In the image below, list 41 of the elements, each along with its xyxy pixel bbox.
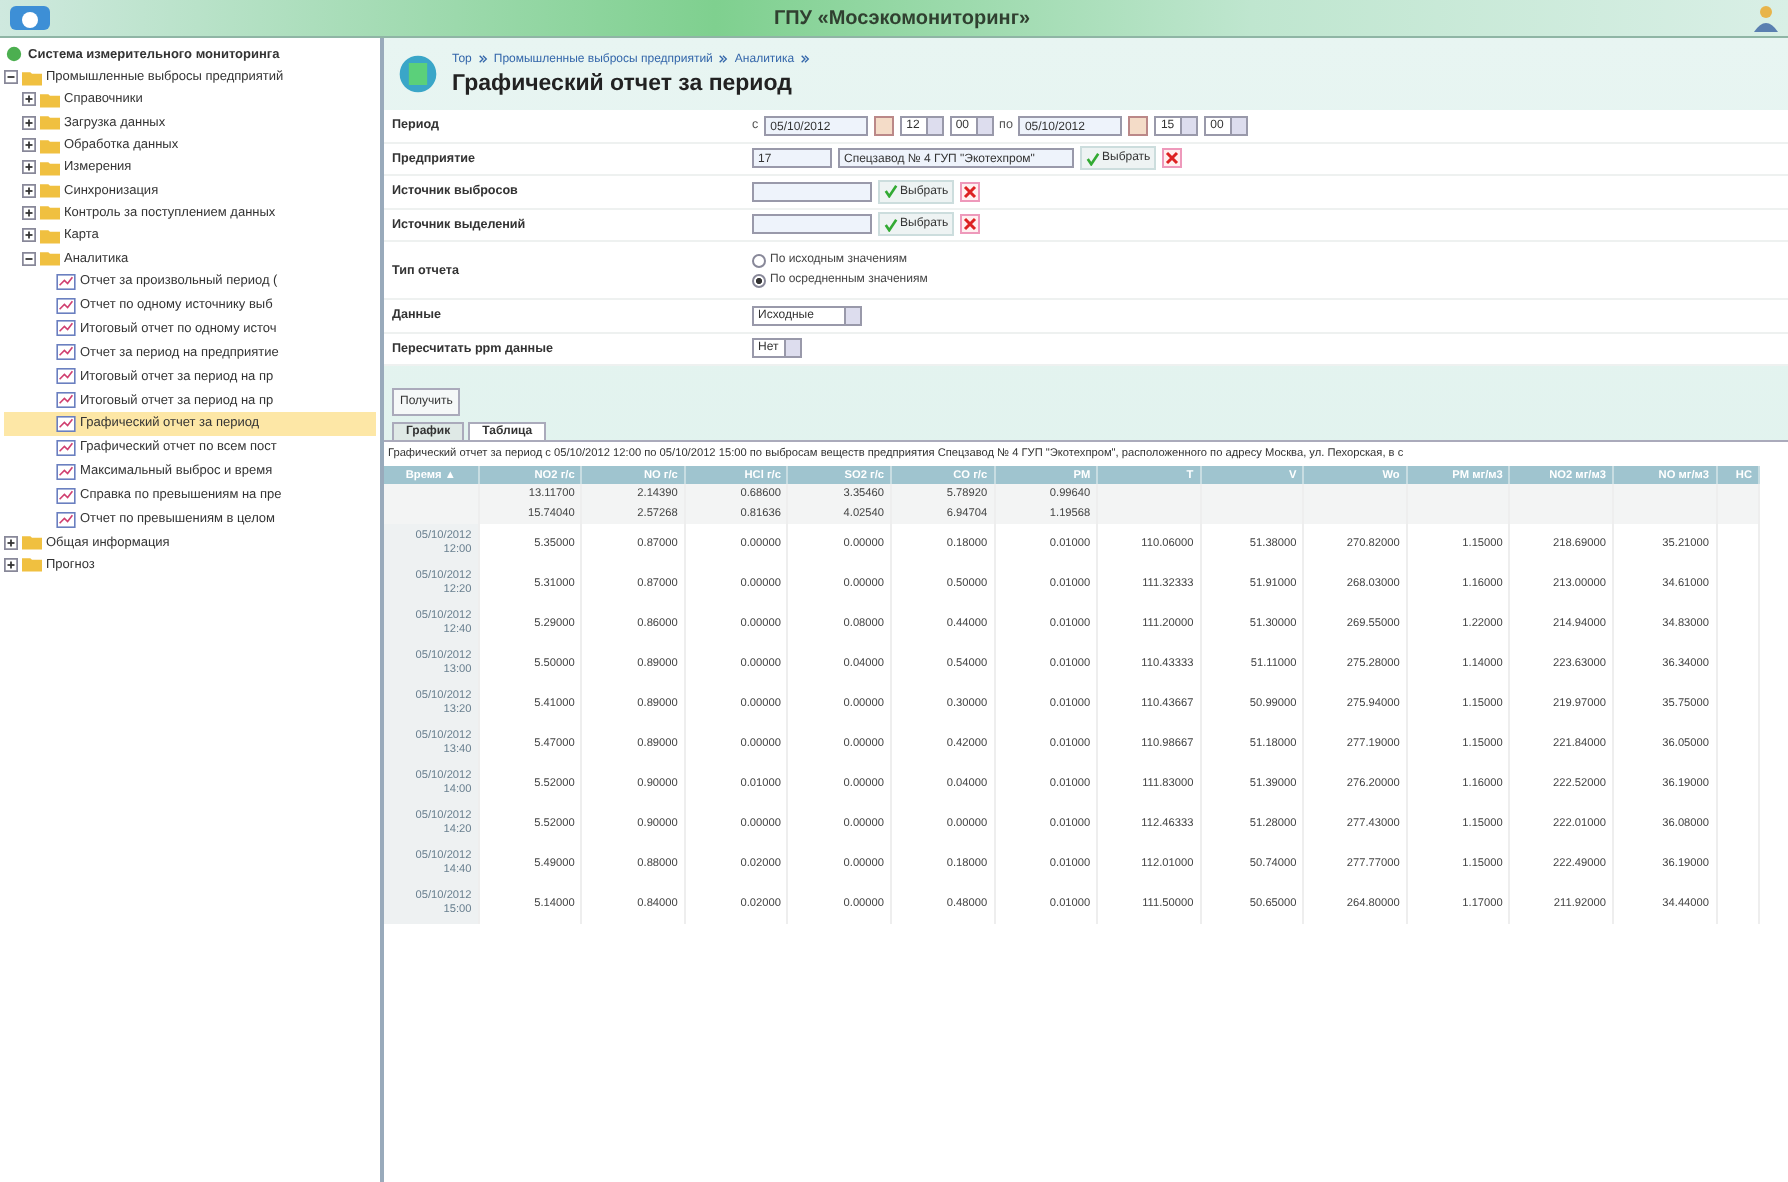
expand-icon[interactable] bbox=[22, 115, 36, 130]
report-icon bbox=[56, 273, 76, 290]
expand-icon[interactable] bbox=[4, 557, 18, 572]
source-field[interactable] bbox=[752, 214, 872, 235]
expand-icon[interactable] bbox=[22, 205, 36, 220]
check-icon bbox=[884, 217, 898, 232]
clear-icon[interactable] bbox=[1162, 148, 1183, 169]
report-icon bbox=[56, 487, 76, 504]
expand-icon[interactable] bbox=[4, 535, 18, 550]
report-icon bbox=[56, 344, 76, 361]
logo-icon bbox=[8, 4, 52, 32]
globe-icon bbox=[4, 46, 24, 62]
report-icon bbox=[56, 368, 76, 385]
expand-icon[interactable] bbox=[22, 92, 36, 107]
report-icon bbox=[56, 511, 76, 528]
calendar-icon[interactable] bbox=[1128, 115, 1149, 136]
clear-icon[interactable] bbox=[960, 181, 981, 202]
expand-icon[interactable] bbox=[22, 138, 36, 153]
chevron-icon bbox=[477, 54, 488, 64]
clear-icon[interactable] bbox=[960, 214, 981, 235]
calendar-icon[interactable] bbox=[874, 115, 895, 136]
report-icon bbox=[56, 439, 76, 456]
expand-icon[interactable] bbox=[22, 228, 36, 243]
user-icon[interactable] bbox=[1752, 4, 1780, 32]
page-title: Графический отчет за период bbox=[452, 71, 794, 95]
expand-icon[interactable] bbox=[22, 251, 36, 266]
expand-icon[interactable] bbox=[22, 183, 36, 198]
report-icon bbox=[56, 320, 76, 337]
report-icon bbox=[56, 463, 76, 480]
source-field[interactable] bbox=[752, 181, 872, 202]
report-icon bbox=[56, 392, 76, 409]
expand-icon[interactable] bbox=[22, 160, 36, 175]
report-icon bbox=[56, 415, 76, 432]
window-title: ГПУ «Мосэкомониторинг» bbox=[771, 7, 1033, 29]
app-logo-icon bbox=[396, 52, 440, 96]
check-icon bbox=[1086, 151, 1100, 166]
chevron-icon bbox=[800, 54, 811, 64]
report-icon bbox=[56, 297, 76, 313]
chevron-icon bbox=[718, 54, 729, 64]
check-icon bbox=[884, 184, 898, 199]
expand-icon[interactable] bbox=[4, 70, 18, 85]
